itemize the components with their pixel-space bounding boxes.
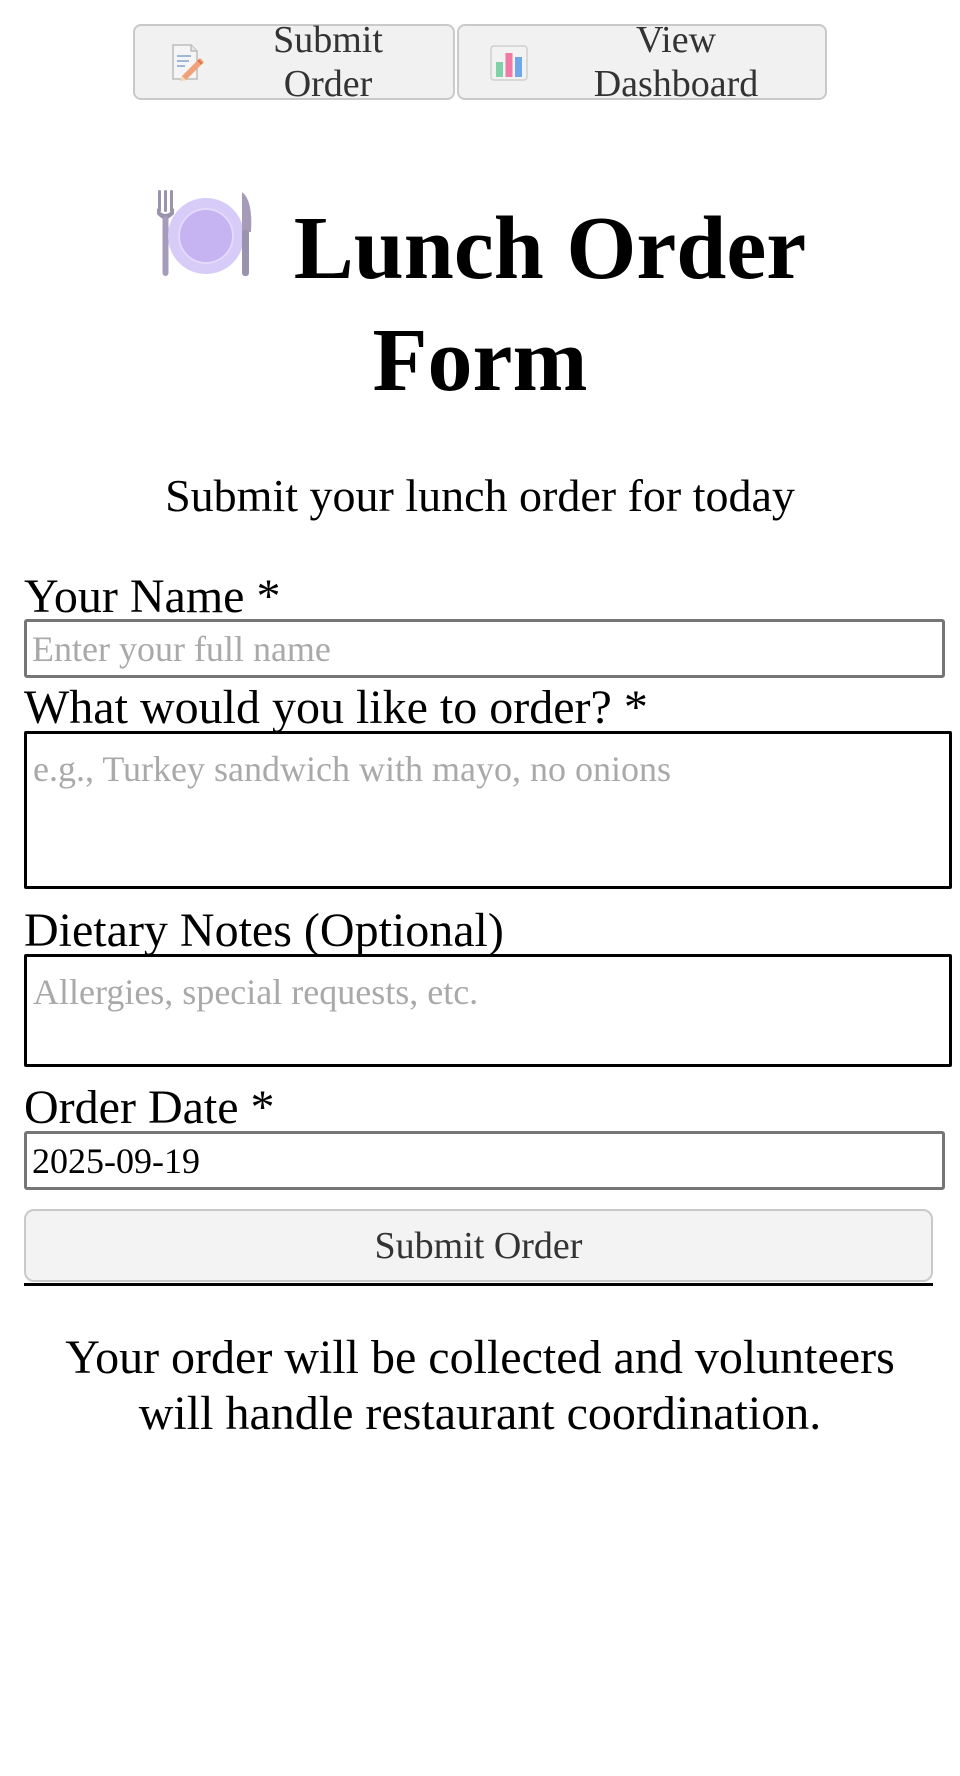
nav-view-dashboard-label: View Dashboard: [593, 19, 759, 105]
page-title-text: Lunch Order Form: [293, 199, 807, 410]
dietary-notes-textarea[interactable]: [24, 954, 952, 1067]
page-subtitle: Submit your lunch order for today: [165, 470, 795, 521]
order-textarea[interactable]: [24, 731, 952, 889]
order-label: What would you like to order? *: [24, 681, 648, 734]
bar-chart-icon: [489, 42, 529, 82]
nav-view-dashboard-button[interactable]: View Dashboard: [457, 19, 827, 105]
nav-submit-order-button[interactable]: Submit Order: [133, 19, 455, 105]
fork-knife-plate-icon: [154, 190, 254, 280]
submit-order-button[interactable]: Submit Order: [24, 1209, 933, 1282]
top-navigation: Submit Order View Dashboard: [133, 19, 827, 105]
order-date-label: Order Date *: [24, 1081, 275, 1134]
form-divider: [24, 1283, 933, 1286]
nav-submit-order-label: Submit Order: [273, 19, 383, 105]
order-date-input[interactable]: [24, 1131, 945, 1190]
name-label: Your Name *: [24, 570, 281, 623]
footer-note: Your order will be collected and volunte…: [65, 1331, 895, 1440]
page-title: Lunch Order Form: [40, 190, 920, 417]
memo-icon: [165, 42, 205, 82]
dietary-notes-label: Dietary Notes (Optional): [24, 904, 504, 957]
name-input[interactable]: [24, 619, 945, 678]
